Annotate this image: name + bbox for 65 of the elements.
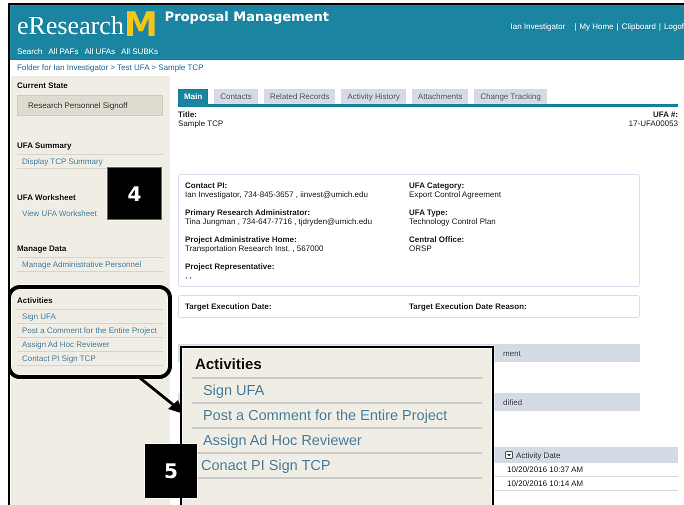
section-heading: Current State xyxy=(17,81,68,90)
nav-link[interactable]: All SUBKs xyxy=(121,47,158,56)
field-value: Ian Investigator, 734-845-3657 , iinvest@umich.edu xyxy=(185,190,369,199)
field-label: Target Execution Date: xyxy=(185,302,273,311)
sidebar-link[interactable]: Post a Comment for the Entire Project xyxy=(17,323,163,338)
column-header[interactable]: Activity Date xyxy=(505,450,560,460)
field-label: UFA #: xyxy=(652,110,678,119)
field-value: Export Control Agreement xyxy=(409,190,502,199)
field-value: Transportation Research Inst. , 567000 xyxy=(185,244,324,253)
field-value: 17-UFA00053 xyxy=(628,119,678,128)
field-value: Tina Jungman , 734-647-7716 , tjdryden@umich.edu xyxy=(185,217,374,226)
separator: | xyxy=(616,22,619,31)
sidebar-link[interactable]: Post a Comment for the Entire Project xyxy=(203,408,448,424)
field-label: Target Execution Date Reason: xyxy=(409,302,528,311)
sidebar-link[interactable]: Sign UFA xyxy=(17,309,163,324)
section-heading: UFA Worksheet xyxy=(17,193,76,202)
field-value: Sample TCP xyxy=(178,119,224,128)
sidebar-link[interactable]: Manage Administrative Personnel xyxy=(17,257,163,272)
nav-link[interactable]: All UFAs xyxy=(84,47,116,56)
tab[interactable]: Attachments xyxy=(412,89,468,104)
state-box: Research Personnel Signoff xyxy=(17,95,163,116)
section-heading: Activities xyxy=(192,353,483,379)
sidebar-link[interactable]: Contact PI Sign TCP xyxy=(17,351,163,366)
table-cell: 10/20/2016 10:37 AM xyxy=(507,465,584,474)
header-link[interactable]: My Home xyxy=(579,22,614,31)
section-heading: Activities xyxy=(17,296,53,305)
logo-mark: M xyxy=(124,8,157,42)
field-label: Primary Research Administrator: xyxy=(185,208,312,217)
bar-text: ment xyxy=(502,348,521,358)
tab[interactable]: Change Tracking xyxy=(474,89,547,104)
header-link[interactable]: Ian Investigator xyxy=(510,22,566,31)
field-label: UFA Category: xyxy=(409,181,466,190)
tab[interactable]: Contacts xyxy=(214,89,258,104)
tab[interactable]: Main xyxy=(178,89,208,104)
field-value: Technology Control Plan xyxy=(409,217,497,226)
sidebar-link[interactable]: Assign Ad Hoc Reviewer xyxy=(17,337,163,352)
nav-link[interactable]: Search xyxy=(17,47,42,56)
separator: | xyxy=(658,22,661,31)
callout-number: 4 xyxy=(107,167,162,220)
table-cell: 10/20/2016 10:14 AM xyxy=(507,479,584,488)
sidebar-link[interactable]: Conact PI Sign TCP xyxy=(201,458,330,474)
sidebar-link[interactable]: Assign Ad Hoc Reviewer xyxy=(203,433,362,449)
field-label: Central Office: xyxy=(409,235,466,244)
field-label: Project Administrative Home: xyxy=(185,235,298,244)
sort-icon xyxy=(505,451,513,459)
sidebar-link[interactable]: Sign UFA xyxy=(203,383,264,399)
nav-link[interactable]: All PAFs xyxy=(48,47,78,56)
tab[interactable]: Activity History xyxy=(341,89,406,104)
breadcrumb[interactable]: Folder for Ian Investigator > Test UFA > Sample TCP xyxy=(10,60,684,76)
header-link[interactable]: Clipboard xyxy=(622,22,656,31)
section-heading: Manage Data xyxy=(17,244,66,253)
header-link[interactable]: Logof xyxy=(664,22,684,31)
field-label: UFA Type: xyxy=(409,208,449,217)
separator: | xyxy=(574,22,576,31)
callout-number: 5 xyxy=(145,444,197,498)
field-label: Contact PI: xyxy=(185,181,228,190)
section-heading: UFA Summary xyxy=(17,141,72,150)
bar-text: dified xyxy=(502,398,522,406)
tab[interactable]: Related Records xyxy=(264,89,336,104)
field-label: Project Representative: xyxy=(185,262,276,271)
field-label: Title: xyxy=(178,110,198,119)
field-value: , , xyxy=(185,271,193,280)
app-name: eResearch xyxy=(17,10,124,42)
field-value: ORSP xyxy=(409,244,433,253)
module-title: Proposal Management xyxy=(164,10,329,25)
